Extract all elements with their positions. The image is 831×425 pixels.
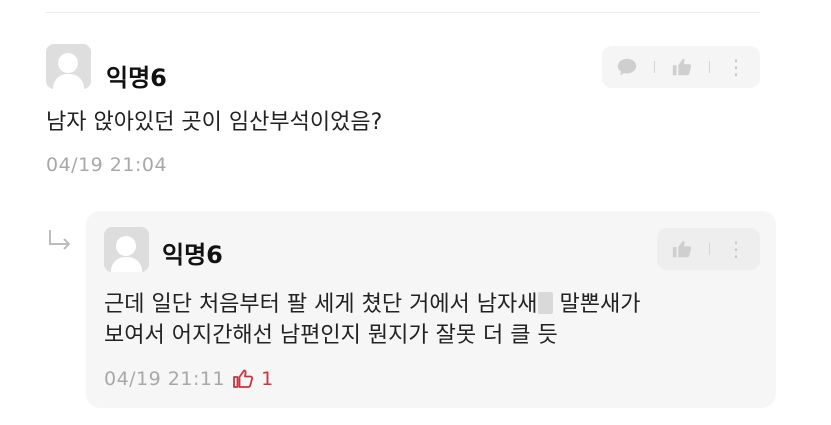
avatar-body-icon — [111, 257, 142, 272]
avatar-body-icon — [53, 74, 84, 89]
comment: 익명6 ⋮ 남자 앉아있던 곳이 임산부석이었음? 04/19 21:04 — [46, 44, 760, 176]
reply-nickname[interactable]: 익명6 — [162, 235, 223, 270]
reply-text-line2: 보여서 어지간해선 남편인지 뭔지가 잘못 더 클 듯 — [104, 323, 558, 348]
like-count: 1 — [261, 368, 274, 390]
avatar[interactable] — [104, 227, 149, 272]
comment-text: 남자 앉아있던 곳이 임산부석이었음? — [46, 110, 383, 135]
more-vertical-icon[interactable]: ⋮ — [726, 239, 746, 259]
comment-timestamp: 04/19 21:04 — [46, 154, 168, 176]
reply-meta: 04/19 21:11 1 — [104, 367, 274, 391]
censored-block — [537, 292, 553, 314]
comment-actions: ⋮ — [602, 46, 760, 88]
reply-text: 근데 일단 처음부터 팔 세게 쳤단 거에서 남자새 말뽄새가 보여서 어지간해… — [104, 289, 764, 351]
comment-icon[interactable] — [616, 56, 638, 78]
reply-actions: ⋮ — [657, 228, 760, 270]
reply-timestamp: 04/19 21:11 — [104, 368, 226, 390]
action-separator — [654, 61, 655, 73]
top-divider — [46, 12, 760, 13]
avatar[interactable] — [46, 44, 91, 89]
more-vertical-icon[interactable]: ⋮ — [726, 57, 746, 77]
reply: 익명6 ⋮ 근데 일단 처음부터 팔 세게 쳤단 거에서 남자새 말뽄새가 보여… — [86, 211, 776, 408]
reply-text-line1: 근데 일단 처음부터 팔 세게 쳤단 거에서 남자새 — [104, 292, 538, 317]
avatar-head-icon — [116, 236, 136, 256]
thumbs-up-icon[interactable] — [671, 238, 693, 260]
action-separator — [709, 243, 710, 255]
thumbs-up-icon[interactable] — [671, 56, 693, 78]
action-separator — [709, 61, 710, 73]
comment-nickname[interactable]: 익명6 — [106, 58, 167, 93]
avatar-head-icon — [58, 53, 78, 73]
like-outline-icon[interactable] — [231, 367, 255, 391]
reply-text-line1-end: 말뽄새가 — [552, 292, 641, 317]
reply-arrow-icon — [49, 230, 71, 250]
